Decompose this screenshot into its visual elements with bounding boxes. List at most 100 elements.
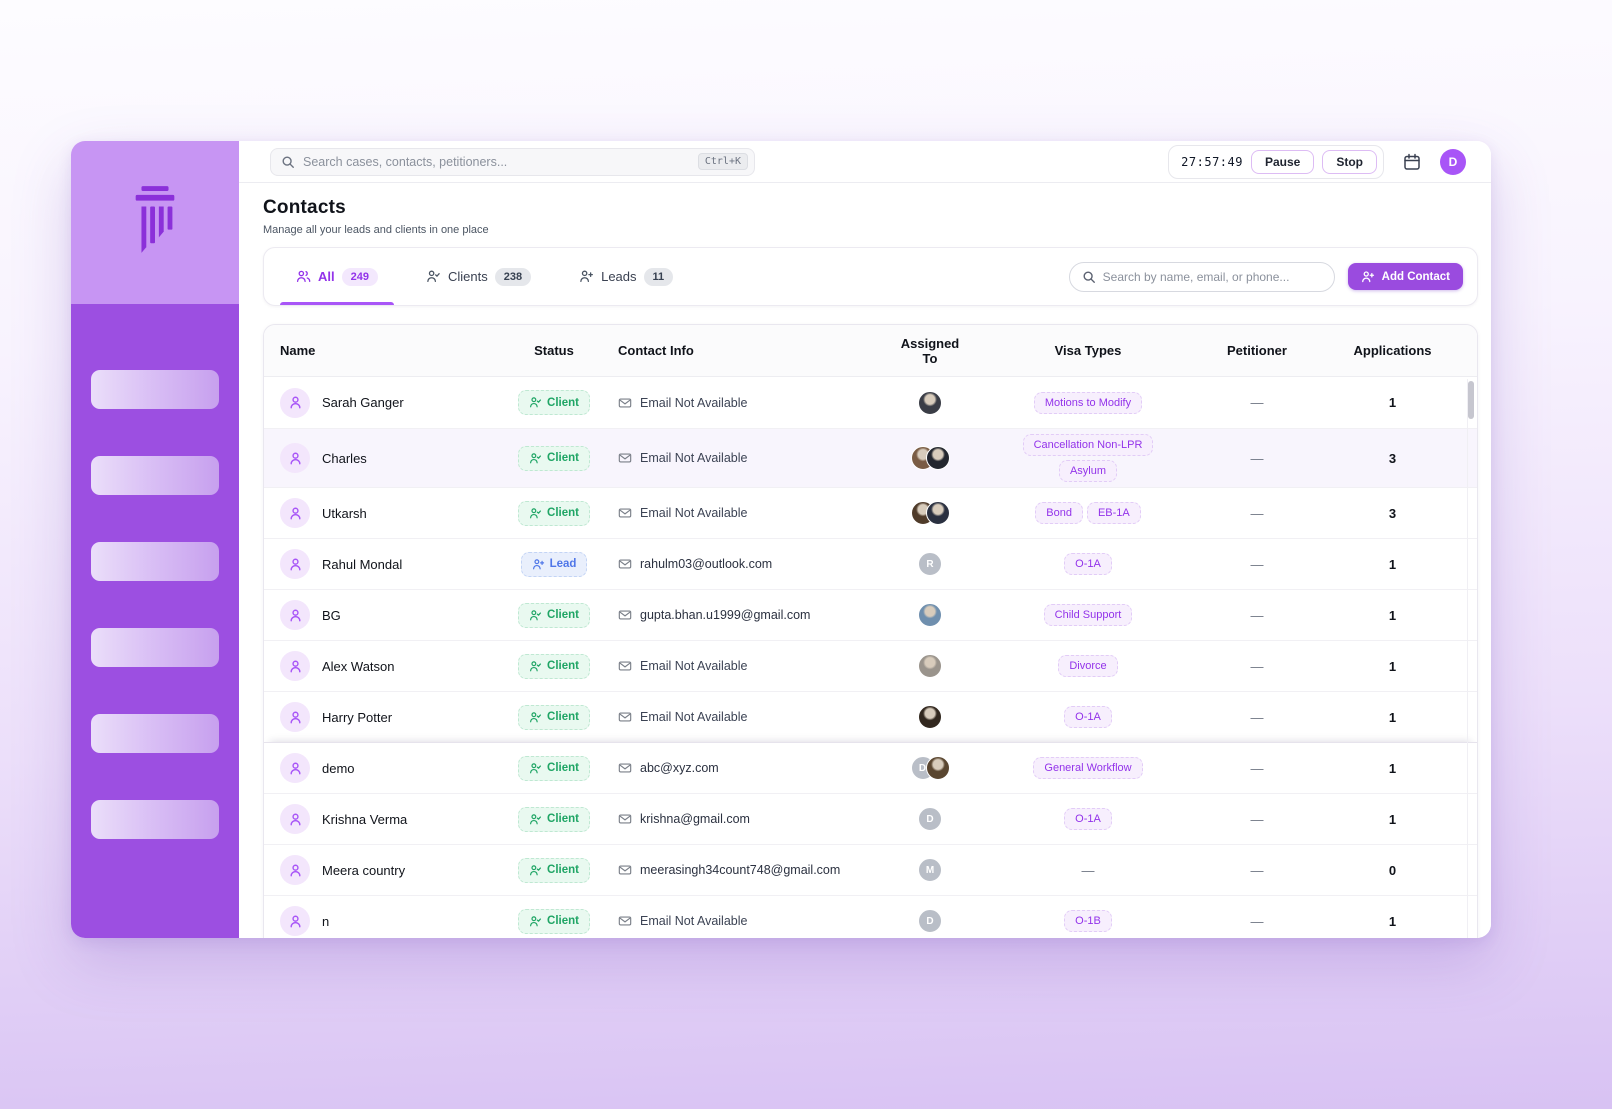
timer-value: 27:57:49 [1181,154,1243,169]
desktop-background: Ctrl+K 27:57:49 Pause Stop D C [0,0,1612,1109]
assignee-initial-avatar[interactable]: D [918,807,942,831]
sidebar-skeleton-item[interactable] [91,456,219,495]
table-row[interactable]: Rahul Mondal Lead rahulm03@outlook.com R… [264,538,1477,589]
tab-all[interactable]: All 249 [280,248,394,305]
assigned-avatars: M [890,853,970,887]
sidebar-skeleton-item[interactable] [91,800,219,839]
person-plus-icon [1361,270,1375,284]
person-check-icon [426,269,441,284]
table-row[interactable]: Charles Client Email Not Available Cance… [264,428,1477,487]
assigned-avatars [890,441,970,475]
visa-type-badge[interactable]: Child Support [1043,604,1133,626]
contact-search[interactable] [1068,261,1335,292]
assignee-initial-avatar[interactable]: R [918,552,942,576]
visa-type-badge[interactable]: Cancellation Non-LPR [1022,434,1154,456]
table-row[interactable]: n Client Email Not Available D O-1B — 1 [264,895,1477,938]
contact-avatar [280,549,310,579]
contact-info-cell: Email Not Available [604,391,890,415]
scrollbar-thumb[interactable] [1468,381,1474,419]
contact-avatar [280,702,310,732]
table-body: Sarah Ganger Client Email Not Available … [264,377,1477,938]
visa-type-badge[interactable]: EB-1A [1086,502,1141,524]
visa-type-badge[interactable]: O-1A [1064,808,1112,830]
sidebar-skeleton-item[interactable] [91,628,219,667]
user-avatar[interactable]: D [1440,148,1466,175]
table-row[interactable]: Utkarsh Client Email Not Available Bond E… [264,487,1477,538]
assignee-photo-avatar[interactable] [918,390,942,415]
column-header-status: Status [534,343,574,358]
visa-type-badge[interactable]: Bond [1035,502,1083,524]
person-icon [289,609,301,621]
person-icon [289,813,301,825]
contact-info-cell: Email Not Available [604,654,890,678]
tab-leads[interactable]: Leads 11 [569,248,683,305]
visa-badges: O-1A [1003,553,1173,575]
tab-clients[interactable]: Clients 238 [416,248,541,305]
assignee-photo-avatar[interactable] [918,705,942,729]
contact-info-cell: abc@xyz.com [604,756,890,780]
timer-widget: 27:57:49 Pause Stop [1168,144,1384,179]
table-row[interactable]: Harry Potter Client Email Not Available … [264,691,1477,742]
applications-count: 1 [1388,913,1397,929]
assignee-photo-avatar[interactable] [925,501,950,525]
contact-name-cell: Charles [278,438,504,478]
pause-button[interactable]: Pause [1250,149,1315,174]
assigned-avatars: D [890,802,970,836]
assignee-initial-avatar[interactable]: M [918,858,942,882]
applications-count: 3 [1388,505,1397,521]
add-contact-button[interactable]: Add Contact [1347,263,1463,290]
contact-name: demo [322,760,355,776]
petitioner-value: — [1250,395,1264,410]
table-row[interactable]: Alex Watson Client Email Not Available D… [264,640,1477,691]
assignee-photo-avatar[interactable] [925,446,950,470]
contact-email: Email Not Available [640,659,748,673]
visa-type-badge[interactable]: O-1B [1064,910,1112,932]
assignee-initial-avatar[interactable]: D [918,909,942,933]
tabs-toolbar-card: All 249 Clients 238 Leads 11 Search by n… [263,247,1478,306]
status-cell: Client [504,649,604,684]
assignee-photo-avatar[interactable] [918,654,942,678]
visa-type-badge[interactable]: O-1A [1064,706,1112,728]
table-row[interactable]: Krishna Verma Client krishna@gmail.com D… [264,793,1477,844]
table-header: Name Status Contact Info Assigned To Vis… [264,325,1477,377]
contact-name-cell: Sarah Ganger [278,383,504,423]
assignee-photo-avatar[interactable] [925,756,950,780]
contact-name: Harry Potter [322,709,393,725]
person-icon [289,711,301,723]
status-cell: Client [504,441,604,476]
stop-button[interactable]: Stop [1322,149,1377,174]
sidebar-skeleton-item[interactable] [91,714,219,753]
sidebar-skeleton-item[interactable] [91,370,219,409]
assignee-photo-avatar[interactable] [918,603,942,627]
global-search-input[interactable] [303,154,690,169]
visa-type-badge[interactable]: Divorce [1058,655,1118,677]
search-icon [281,155,295,169]
status-label: Client [547,711,579,723]
sidebar-skeleton-item[interactable] [91,542,219,581]
visa-cell-wrap: Divorce [970,650,1206,682]
visa-badges: Cancellation Non-LPR Asylum [1003,434,1173,482]
status-label: Client [547,915,579,927]
contact-name-cell: BG [278,595,504,635]
visa-type-badge[interactable]: O-1A [1064,553,1112,575]
contact-search-input[interactable] [1102,269,1322,284]
table-row[interactable]: BG Client gupta.bhan.u1999@gmail.com Chi… [264,589,1477,640]
visa-type-badge[interactable]: General Workflow [1033,757,1143,779]
table-row[interactable]: Sarah Ganger Client Email Not Available … [264,377,1477,428]
visa-type-badge[interactable]: Asylum [1058,460,1118,482]
calendar-icon[interactable] [1402,152,1422,172]
visa-cell-wrap: Bond EB-1A [970,497,1206,529]
contact-email: abc@xyz.com [640,761,719,775]
contact-avatar [280,804,310,834]
visa-badges: O-1B [1003,910,1173,932]
petitioner-value: — [1250,811,1264,827]
table-scrollbar[interactable] [1467,379,1475,938]
envelope-icon [618,508,632,518]
table-row[interactable]: Meera country Client meerasingh34count74… [264,844,1477,895]
table-row[interactable]: demo Client abc@xyz.com D General Workfl… [264,742,1477,793]
visa-type-badge[interactable]: Motions to Modify [1033,391,1143,414]
person-check-icon [530,507,541,518]
global-search[interactable]: Ctrl+K [270,147,755,176]
tab-label: Clients [447,269,488,284]
envelope-icon [618,916,632,926]
